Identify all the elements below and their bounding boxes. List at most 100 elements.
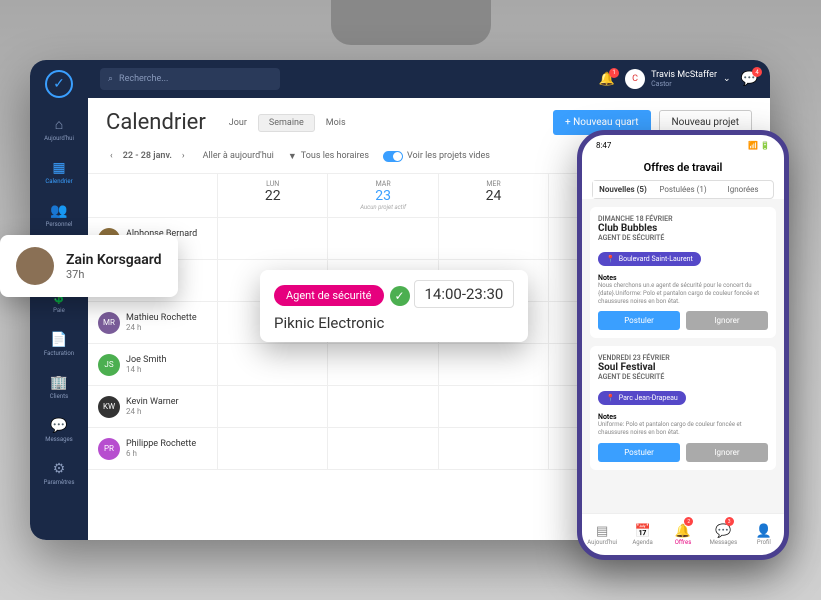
calendar-slot[interactable] [328,344,438,385]
next-week-button[interactable]: › [178,149,189,163]
toggle-label: Voir les projets vides [407,151,490,161]
empty-projects-toggle[interactable]: Voir les projets vides [383,151,490,162]
clients-icon: 🏢 [50,375,67,391]
staff-cell[interactable]: KWKevin Warner24 h [88,386,218,427]
calendar-slot[interactable] [439,386,549,427]
mobile-app: 8:47 📶 🔋 Offres de travail Nouvelles (5)… [577,130,789,560]
sidebar-label: Facturation [44,350,74,357]
ignore-button[interactable]: Ignorer [686,443,768,462]
sidebar-item-messages[interactable]: 💬Messages [45,418,73,443]
sidebar-item-clients[interactable]: 🏢 Clients [50,375,68,400]
page-title: Calendrier [106,110,206,135]
nav-profile[interactable]: 👤Profil [744,514,784,555]
staff-name: Zain Korsgaard [66,252,162,268]
topbar: ⌕Recherche... 🔔1 C Travis McStaffer Cast… [88,60,770,98]
filter-label: Tous les horaires [301,151,369,161]
sidebar-label: Aujourd'hui [44,135,74,142]
staff-cell[interactable]: PR Philippe Rochette6 h [88,428,218,469]
schedule-filter[interactable]: ▼ Tous les horaires [288,151,369,162]
sidebar-item-invoice[interactable]: 📄Facturation [44,332,74,357]
job-date: VENDREDI 23 FÉVRIER [598,354,768,362]
job-role: AGENT DE SÉCURITÉ [598,234,768,242]
chevron-down-icon: ⌄ [723,74,731,84]
role-tag: Agent de sécurité [274,285,384,306]
shift-title: Piknic Electronic [274,314,514,332]
messages-button[interactable]: 💬4 [741,71,758,87]
view-tab-week[interactable]: Semaine [258,114,315,132]
calendar-slot[interactable] [218,344,328,385]
job-role: AGENT DE SÉCURITÉ [598,373,768,381]
search-input[interactable]: ⌕Recherche... [100,68,280,90]
day-header[interactable]: MAR23Aucun projet actif [328,174,438,217]
avatar: KW [98,396,120,418]
staff-popover[interactable]: Zain Korsgaard 37h [0,235,178,297]
app-logo[interactable]: ✓ [45,70,73,98]
staff-cell[interactable]: MRMathieu Rochette24 h [88,302,218,343]
calendar-slot[interactable] [328,218,438,259]
view-tab-day[interactable]: Jour [218,114,258,132]
staff-hours: 24 h [126,323,197,332]
calendar-slot[interactable] [218,386,328,427]
nav-messages[interactable]: 💬Messages3 [703,514,743,555]
day-header[interactable]: MER24 [439,174,549,217]
status-bar: 8:47 📶 🔋 [582,135,784,155]
staff-cell[interactable]: JSJoe Smith14 h [88,344,218,385]
sidebar-item-staff[interactable]: 👥Personnel [46,203,73,228]
user-menu[interactable]: C Travis McStaffer Castor ⌄ [625,69,730,89]
job-name: Soul Festival [598,362,768,373]
calendar-slot[interactable] [439,428,549,469]
calendar-slot[interactable] [218,218,328,259]
job-card[interactable]: DIMANCHE 18 FÉVRIER Club Bubbles AGENT D… [590,207,776,338]
ignore-button[interactable]: Ignorer [686,311,768,330]
staff-header [88,174,218,217]
job-card[interactable]: VENDREDI 23 FÉVRIER Soul Festival AGENT … [590,346,776,470]
date-navigation: ‹ 22 - 28 janv. › [106,149,189,163]
job-list[interactable]: DIMANCHE 18 FÉVRIER Club Bubbles AGENT D… [582,199,784,513]
prev-week-button[interactable]: ‹ [106,149,117,163]
agenda-icon: 📅 [635,524,651,539]
sidebar-label: Messages [45,436,73,443]
job-tabs: Nouvelles (5) Postulées (1) Ignorées [592,180,774,199]
staff-hours: 37h [66,268,162,281]
sidebar-label: Clients [50,393,68,400]
sidebar-item-calendar[interactable]: ▦Calendrier [45,160,72,185]
job-location: 📍Boulevard Saint-Laurent [598,252,701,266]
status-icons: 📶 🔋 [748,141,770,150]
notification-badge: 1 [609,68,619,78]
calendar-slot[interactable] [439,218,549,259]
job-name: Club Bubbles [598,223,768,234]
apply-button[interactable]: Postuler [598,311,680,330]
screen-title: Offres de travail [582,155,784,180]
staff-name: Philippe Rochette [126,439,196,449]
calendar-slot[interactable] [439,344,549,385]
tab-applied[interactable]: Postulées (1) [653,181,713,198]
calendar-slot[interactable] [328,386,438,427]
bottom-nav: ▤Aujourd'hui 📅Agenda 🔔Offres2 💬Messages3… [582,513,784,555]
sidebar-item-settings[interactable]: ⚙Paramètres [44,461,75,486]
staff-name: Kevin Warner [126,397,179,407]
tab-new[interactable]: Nouvelles (5) [593,181,653,198]
avatar: PR [98,438,120,460]
calendar-slot[interactable] [328,428,438,469]
view-switcher: Jour Semaine Mois [218,114,357,132]
staff-hours: 6 h [126,449,196,458]
staff-name: Joe Smith [126,355,166,365]
job-notes: Nous cherchons un.e agent de sécurité po… [598,282,768,305]
toggle-switch [383,151,403,162]
profile-icon: 👤 [756,524,772,539]
apply-button[interactable]: Postuler [598,443,680,462]
locker-handle [331,0,491,45]
filter-icon: ▼ [288,151,297,162]
day-header[interactable]: LUN22 [218,174,328,217]
view-tab-month[interactable]: Mois [315,114,357,132]
nav-today[interactable]: ▤Aujourd'hui [582,514,622,555]
notifications-button[interactable]: 🔔1 [599,72,615,87]
shift-popover[interactable]: Agent de sécurité ✓ 14:00-23:30 Piknic E… [260,270,528,342]
nav-offers[interactable]: 🔔Offres2 [663,514,703,555]
go-today-link[interactable]: Aller à aujourd'hui [203,151,274,161]
nav-agenda[interactable]: 📅Agenda [622,514,662,555]
calendar-slot[interactable] [218,428,328,469]
tab-ignored[interactable]: Ignorées [713,181,773,198]
staff-name: Mathieu Rochette [126,313,197,323]
sidebar-item-today[interactable]: ⌂Aujourd'hui [44,116,74,142]
